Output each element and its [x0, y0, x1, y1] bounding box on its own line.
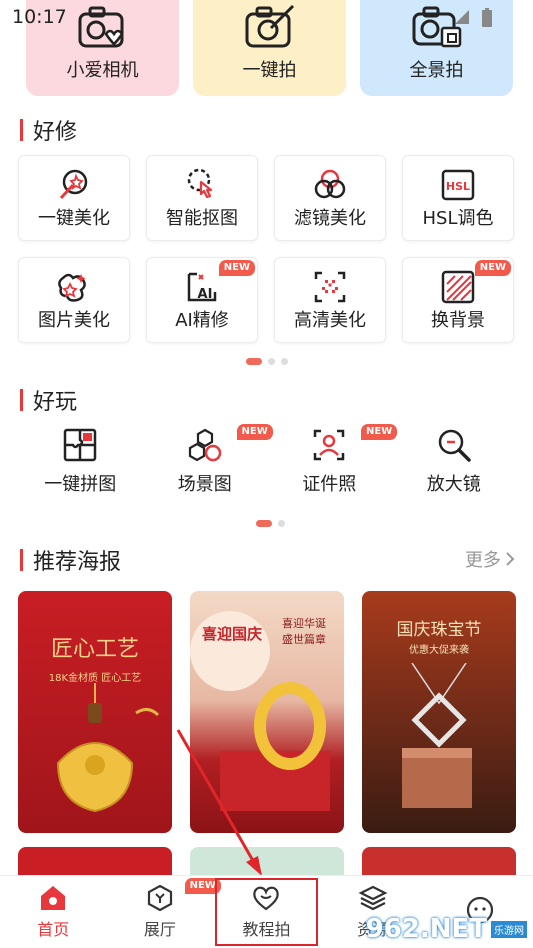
new-badge: NEW	[218, 260, 255, 276]
edit-tools-pager	[246, 358, 288, 365]
tool-change-background[interactable]: NEW 换背景	[402, 257, 514, 343]
id-photo-icon	[314, 429, 345, 461]
camera-brush-icon	[245, 4, 294, 48]
tool-one-click-beautify[interactable]: 一键美化	[18, 155, 130, 241]
feature-label: 一键拍	[242, 60, 297, 81]
hsl-icon-text: HSL	[446, 180, 470, 193]
feature-one-click-shoot[interactable]: 一键拍	[193, 0, 346, 96]
poster-grid: 匠心工艺 18K金材质 匠心工艺 喜迎国庆 喜迎华诞 盛世篇章 国庆珠宝节 优惠…	[18, 591, 516, 887]
tool-label: 高清美化	[294, 310, 366, 331]
tool-label: 智能抠图	[166, 208, 238, 229]
tool-label: HSL调色	[422, 208, 494, 229]
tool-scene[interactable]: NEW 场景图	[143, 424, 273, 504]
gallery-icon	[147, 884, 172, 912]
tool-label: 一键拼图	[44, 474, 117, 495]
tool-label: 一键美化	[38, 208, 110, 229]
tool-ai-retouch[interactable]: AI NEW AI精修	[146, 257, 258, 343]
poster-subtitle: 优惠大促来袭	[409, 645, 469, 656]
tool-collage[interactable]: 一键拼图	[18, 428, 143, 504]
ai-icon-text: AI	[198, 287, 213, 302]
tool-label: 滤镜美化	[294, 208, 366, 229]
tool-label: 场景图	[177, 474, 232, 495]
poster-pendant-image	[56, 683, 160, 813]
tool-smart-cutout[interactable]: 智能抠图	[146, 155, 258, 241]
nav-gallery[interactable]: NEW 展厅	[107, 876, 221, 948]
poster-card[interactable]: 匠心工艺 18K金材质 匠心工艺	[18, 591, 172, 833]
poster-title: 国庆珠宝节	[396, 620, 482, 640]
chevron-right-icon	[506, 552, 515, 566]
tool-hd-enhance[interactable]: 高清美化	[274, 257, 386, 343]
hsl-icon: HSL	[441, 169, 475, 201]
watermark-sub: 乐游网	[491, 920, 527, 938]
more-posters-link[interactable]: 更多	[465, 546, 515, 572]
image-beautify-icon	[58, 273, 86, 302]
battery-icon	[482, 8, 492, 27]
section-title-text: 好修	[33, 120, 78, 145]
feature-label: 全景拍	[409, 60, 464, 81]
status-time: 10:17	[12, 6, 67, 28]
tool-label: 证件照	[302, 474, 357, 495]
new-badge: NEW	[474, 260, 511, 276]
signal-icon	[455, 10, 469, 24]
poster-subtitle: 喜迎华诞 盛世篇章	[282, 617, 326, 646]
nav-label: 首页	[37, 920, 70, 939]
tool-label: AI精修	[175, 310, 229, 331]
section-title-good-edit: 好修	[20, 114, 77, 146]
magic-wand-icon	[59, 169, 88, 200]
watermark-text: 962.NET	[365, 914, 487, 944]
collage-icon	[64, 428, 97, 462]
scene-icon	[188, 428, 221, 462]
section-title-text: 推荐海报	[33, 550, 122, 575]
poster-title: 匠心工艺	[50, 637, 139, 662]
tool-magnifier[interactable]: 放大镜	[392, 428, 517, 504]
poster-card[interactable]: 喜迎国庆 喜迎华诞 盛世篇章	[190, 591, 344, 833]
tool-image-beautify[interactable]: 图片美化	[18, 257, 130, 343]
home-icon	[41, 886, 66, 910]
pager-dot-active	[256, 520, 272, 527]
hd-enhance-icon	[314, 271, 346, 303]
change-background-icon	[441, 270, 475, 304]
poster-subtitle: 18K金材质 匠心工艺	[48, 673, 142, 684]
filter-icon	[314, 169, 346, 199]
tool-label: 换背景	[431, 310, 485, 331]
camera-heart-icon	[78, 6, 124, 48]
tool-id-photo[interactable]: NEW 证件照	[267, 424, 398, 504]
magnifier-icon	[438, 429, 471, 462]
tool-hsl-color[interactable]: HSL HSL调色	[402, 155, 514, 241]
section-accent-bar	[20, 549, 23, 571]
smart-cutout-icon	[187, 168, 213, 199]
pager-dot	[278, 520, 285, 527]
ai-retouch-icon: AI	[187, 272, 217, 302]
layers-icon	[358, 885, 388, 911]
tool-label: 放大镜	[426, 474, 481, 495]
top-feature-cards: 小爱相机 一键拍 全景拍	[26, 0, 513, 96]
heart-tutorial-icon	[253, 886, 280, 911]
fun-tools-pager	[256, 520, 285, 527]
pager-dot	[281, 358, 288, 365]
poster-card[interactable]: 国庆珠宝节 优惠大促来袭	[362, 591, 516, 833]
tool-label: 图片美化	[38, 310, 110, 331]
status-icons	[453, 8, 493, 28]
nav-home[interactable]: 首页	[0, 876, 107, 948]
fun-tools-row: 一键拼图 NEW 场景图 NEW 证件照 放大镜	[18, 424, 517, 504]
pager-dot	[268, 358, 275, 365]
watermark: 962.NET 乐游网	[366, 914, 527, 944]
section-accent-bar	[20, 119, 23, 141]
nav-label: 教程拍	[242, 920, 291, 939]
poster-necklace-image	[402, 663, 472, 808]
section-title-text: 好玩	[33, 390, 78, 415]
section-title-good-fun: 好玩	[20, 384, 77, 416]
nav-label: 展厅	[143, 920, 176, 939]
tool-filter-beautify[interactable]: 滤镜美化	[274, 155, 386, 241]
section-accent-bar	[20, 389, 23, 411]
more-label: 更多	[465, 550, 501, 571]
section-title-posters: 推荐海报	[20, 544, 121, 576]
edit-tools-grid: 一键美化 智能抠图 滤镜美化 HSL HSL调色 图片美化 AI NEW AI精…	[18, 155, 516, 343]
poster-title: 喜迎国庆	[201, 625, 262, 643]
nav-tutorial-shoot[interactable]: 教程拍	[213, 876, 320, 948]
feature-label: 小爱相机	[66, 60, 139, 81]
pager-dot-active	[246, 358, 262, 365]
